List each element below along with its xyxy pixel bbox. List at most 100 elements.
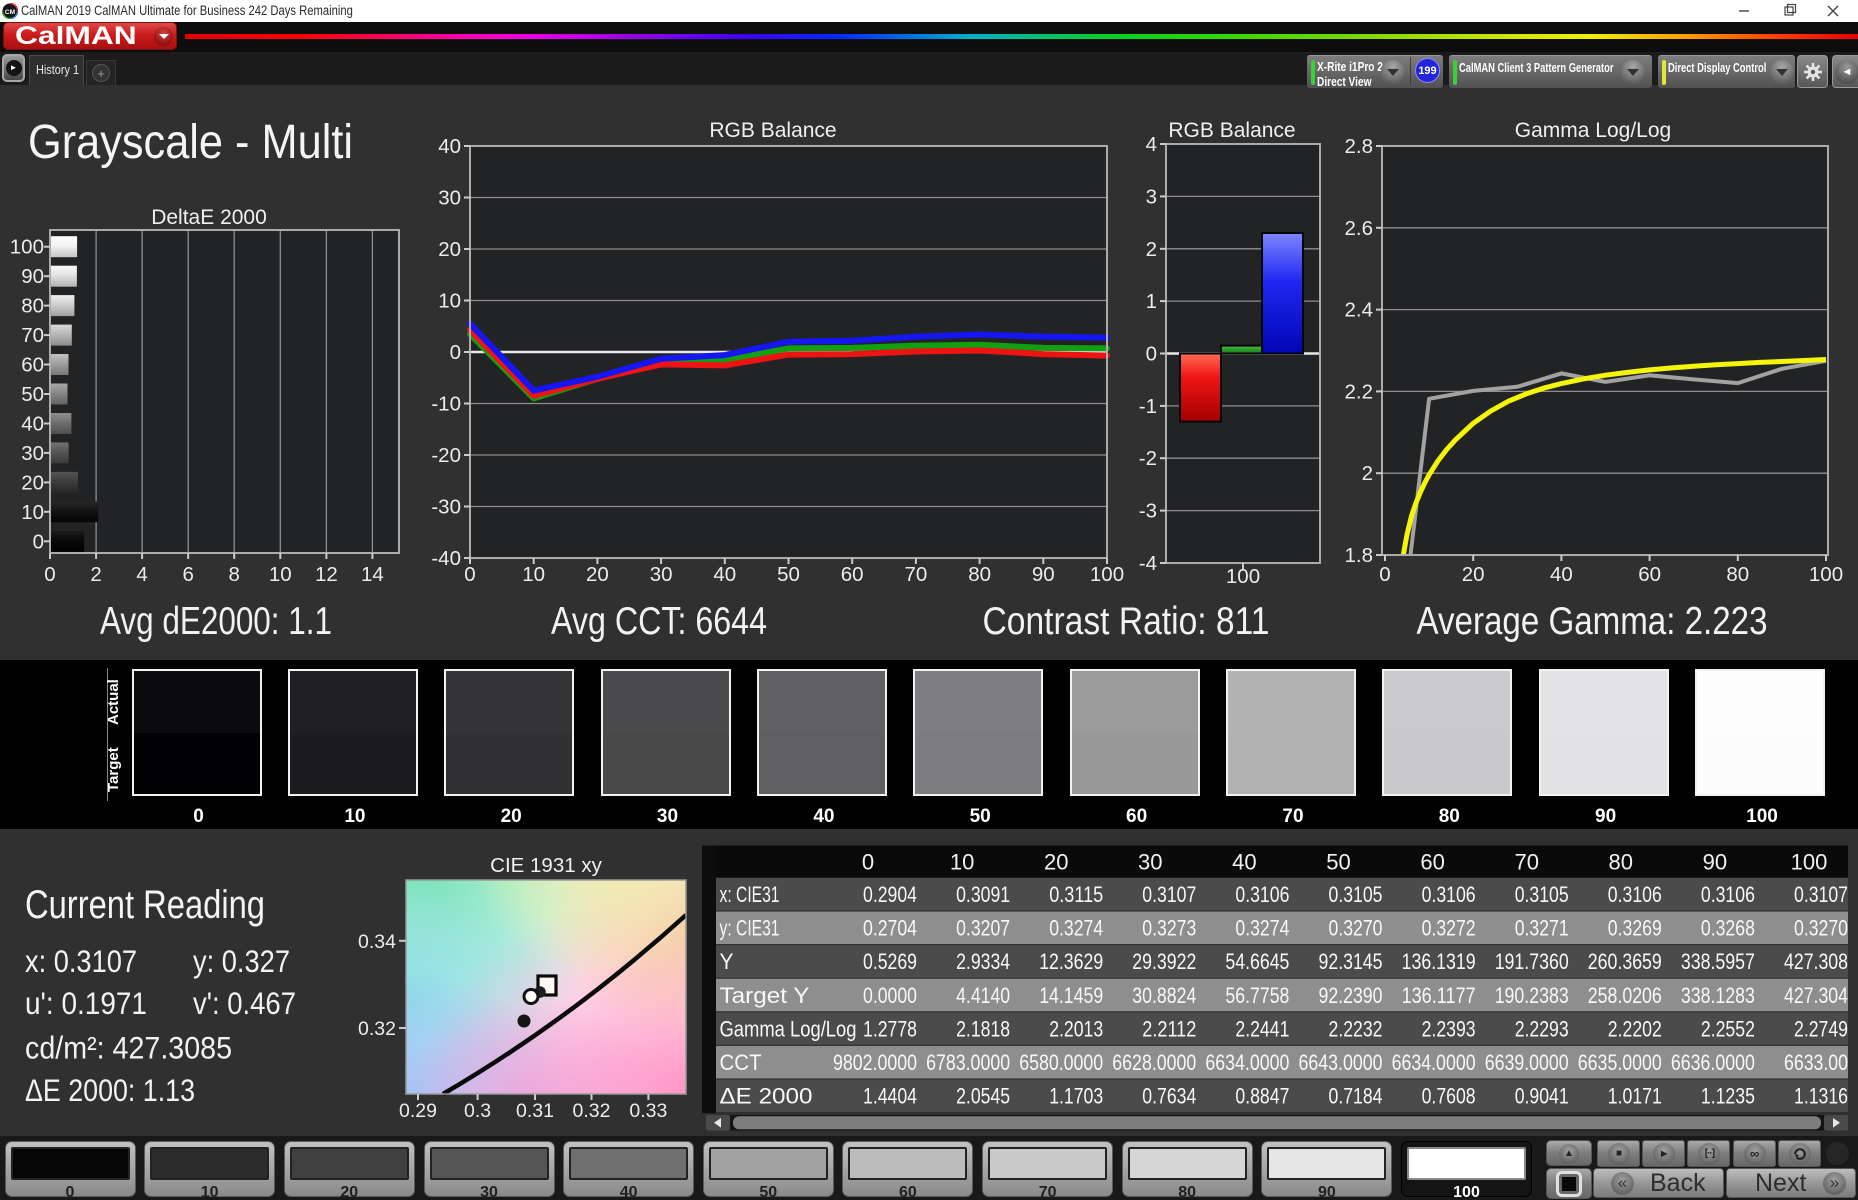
svg-text:0.32: 0.32 <box>358 1018 396 1040</box>
svg-text:2: 2 <box>90 563 101 586</box>
svg-text:Gamma Log/Log: Gamma Log/Log <box>720 1016 857 1041</box>
svg-text:60: 60 <box>21 354 44 377</box>
svg-text:40: 40 <box>713 563 736 586</box>
svg-text:70: 70 <box>904 563 927 586</box>
svg-text:6636.0000: 6636.0000 <box>1671 1050 1755 1075</box>
svg-text:RGB Balance: RGB Balance <box>1168 119 1295 142</box>
svg-text:50: 50 <box>21 383 44 406</box>
svg-text:338.1283: 338.1283 <box>1681 983 1755 1008</box>
svg-text:14: 14 <box>361 563 384 586</box>
svg-text:80: 80 <box>968 563 991 586</box>
svg-text:100: 100 <box>1809 563 1843 586</box>
svg-text:60: 60 <box>841 563 864 586</box>
svg-text:0.3115: 0.3115 <box>1049 882 1103 907</box>
svg-text:70: 70 <box>21 324 44 347</box>
svg-text:50: 50 <box>777 563 800 586</box>
svg-text:0.3270: 0.3270 <box>1329 916 1383 941</box>
svg-text:0: 0 <box>464 563 475 586</box>
svg-text:6: 6 <box>182 563 193 586</box>
svg-text:u': 0.1971: u': 0.1971 <box>25 985 147 1021</box>
svg-text:0.3106: 0.3106 <box>1608 882 1662 907</box>
svg-text:0.3107: 0.3107 <box>1794 882 1848 907</box>
svg-text:9802.0000: 9802.0000 <box>833 1050 917 1075</box>
svg-text:100: 100 <box>1226 565 1260 588</box>
svg-text:v': 0.467: v': 0.467 <box>193 985 296 1021</box>
svg-text:DeltaE 2000: DeltaE 2000 <box>151 206 267 229</box>
svg-text:260.3659: 260.3659 <box>1588 949 1662 974</box>
svg-text:-40: -40 <box>431 547 461 570</box>
svg-text:4.4140: 4.4140 <box>956 983 1010 1008</box>
svg-text:0.5269: 0.5269 <box>863 949 917 974</box>
svg-text:80: 80 <box>1609 850 1633 875</box>
svg-text:0.3269: 0.3269 <box>1608 916 1662 941</box>
svg-text:0.7634: 0.7634 <box>1142 1084 1196 1109</box>
svg-text:90: 90 <box>1703 850 1727 875</box>
svg-text:20: 20 <box>21 471 44 494</box>
svg-text:Grayscale - Multi: Grayscale - Multi <box>28 116 353 169</box>
svg-text:40: 40 <box>21 413 44 436</box>
svg-text:1.8: 1.8 <box>1345 544 1374 567</box>
svg-text:2.4: 2.4 <box>1345 299 1374 322</box>
svg-text:2.1818: 2.1818 <box>956 1016 1010 1041</box>
svg-text:14.1459: 14.1459 <box>1039 983 1103 1008</box>
svg-text:0.33: 0.33 <box>629 1100 667 1122</box>
svg-text:0: 0 <box>450 341 461 364</box>
svg-text:0.7184: 0.7184 <box>1329 1084 1383 1109</box>
svg-text:2.2232: 2.2232 <box>1329 1016 1383 1041</box>
svg-text:-1: -1 <box>1139 395 1157 418</box>
svg-text:0.32: 0.32 <box>573 1100 611 1122</box>
svg-text:40: 40 <box>1550 563 1573 586</box>
svg-text:40: 40 <box>438 135 461 158</box>
svg-text:6634.0000: 6634.0000 <box>1205 1050 1289 1075</box>
svg-text:0.3091: 0.3091 <box>956 882 1010 907</box>
svg-text:6639.0000: 6639.0000 <box>1485 1050 1569 1075</box>
svg-text:CCT: CCT <box>720 1050 762 1075</box>
svg-text:12: 12 <box>315 563 338 586</box>
svg-text:Avg CCT: 6644: Avg CCT: 6644 <box>551 600 767 643</box>
svg-text:20: 20 <box>1044 850 1068 875</box>
svg-text:2.2: 2.2 <box>1345 380 1374 403</box>
svg-text:0.3207: 0.3207 <box>956 916 1010 941</box>
svg-text:Y: Y <box>720 949 734 974</box>
svg-text:92.2390: 92.2390 <box>1319 983 1383 1008</box>
svg-text:6633.00: 6633.00 <box>1784 1050 1848 1075</box>
svg-text:1.4404: 1.4404 <box>863 1084 917 1109</box>
svg-text:Gamma Log/Log: Gamma Log/Log <box>1515 119 1671 142</box>
svg-text:0: 0 <box>1146 343 1157 366</box>
svg-text:-2: -2 <box>1139 447 1157 470</box>
svg-text:-4: -4 <box>1139 552 1157 575</box>
svg-text:0.0000: 0.0000 <box>863 983 917 1008</box>
svg-text:ΔE 2000: ΔE 2000 <box>720 1084 813 1109</box>
svg-text:1.1316: 1.1316 <box>1794 1084 1848 1109</box>
svg-text:RGB Balance: RGB Balance <box>709 119 836 142</box>
svg-text:2.2112: 2.2112 <box>1142 1016 1196 1041</box>
svg-text:30: 30 <box>650 563 673 586</box>
svg-text:3: 3 <box>1146 185 1157 208</box>
svg-text:Target Y: Target Y <box>720 983 810 1008</box>
svg-text:cd/m²: 427.3085: cd/m²: 427.3085 <box>25 1030 232 1066</box>
svg-text:338.5957: 338.5957 <box>1681 949 1755 974</box>
svg-text:-3: -3 <box>1139 500 1157 523</box>
svg-text:6628.0000: 6628.0000 <box>1112 1050 1196 1075</box>
svg-text:2.8: 2.8 <box>1345 135 1374 158</box>
svg-text:Average Gamma: 2.223: Average Gamma: 2.223 <box>1417 600 1768 643</box>
svg-text:1: 1 <box>1146 290 1157 313</box>
svg-text:56.7758: 56.7758 <box>1225 983 1289 1008</box>
svg-text:Current Reading: Current Reading <box>25 883 265 927</box>
svg-text:4: 4 <box>1146 133 1157 156</box>
svg-text:136.1319: 136.1319 <box>1402 949 1476 974</box>
svg-text:60: 60 <box>1638 563 1661 586</box>
svg-text:6783.0000: 6783.0000 <box>926 1050 1010 1075</box>
svg-text:0: 0 <box>862 850 874 875</box>
svg-text:29.3922: 29.3922 <box>1132 949 1196 974</box>
svg-text:20: 20 <box>438 238 461 261</box>
svg-text:2.6: 2.6 <box>1345 217 1374 240</box>
svg-text:Contrast Ratio: 811: Contrast Ratio: 811 <box>983 600 1270 643</box>
svg-text:0.3270: 0.3270 <box>1794 916 1848 941</box>
svg-text:x: CIE31: x: CIE31 <box>720 882 780 907</box>
svg-text:30: 30 <box>1138 850 1162 875</box>
svg-text:0.29: 0.29 <box>399 1100 437 1122</box>
svg-text:0: 0 <box>44 563 55 586</box>
svg-text:20: 20 <box>586 563 609 586</box>
svg-text:6634.0000: 6634.0000 <box>1392 1050 1476 1075</box>
